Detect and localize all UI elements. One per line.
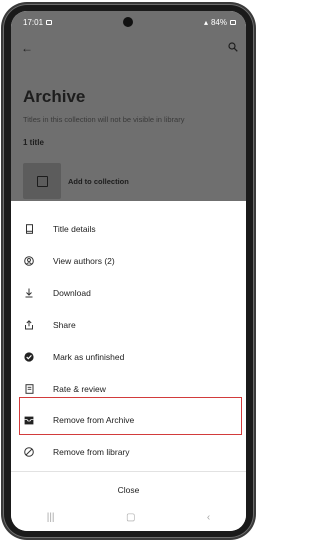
battery-text: 84% — [210, 17, 227, 27]
dimmed-collection-page: 17:01 ▴ 84% ← Archive Titles in this col… — [11, 11, 246, 201]
ban-icon — [11, 447, 47, 457]
battery-icon — [230, 19, 236, 25]
title-count: 1 title — [23, 138, 44, 147]
menu-item-label: Remove from Archive — [53, 415, 135, 425]
status-time: 17:01 — [23, 17, 44, 27]
add-icon — [37, 176, 48, 187]
back-arrow-icon[interactable]: ← — [21, 41, 33, 55]
menu-item-title-details[interactable]: Title details — [11, 213, 246, 245]
collection-subtitle: Titles in this collection will not be vi… — [23, 115, 185, 124]
signal-icon: ▴ — [203, 17, 208, 27]
archive-icon — [11, 416, 47, 425]
menu-item-label: Remove from library — [53, 447, 130, 457]
menu-item-remove-from-library[interactable]: Remove from library — [11, 436, 246, 468]
notification-icon — [46, 19, 53, 25]
author-icon — [11, 256, 47, 266]
menu-item-label: Mark as unfinished — [53, 352, 125, 362]
system-nav-bar: ||| ▢ ‹ — [11, 503, 246, 531]
review-icon — [11, 384, 47, 394]
menu-item-label: View authors (2) — [53, 256, 115, 266]
add-to-collection-tile[interactable] — [23, 163, 61, 199]
share-icon — [11, 320, 47, 330]
menu-item-label: Title details — [53, 224, 96, 234]
menu-item-view-authors[interactable]: View authors (2) — [11, 245, 246, 277]
screen: 17:01 ▴ 84% ← Archive Titles in this col… — [11, 11, 246, 531]
home-icon[interactable]: ▢ — [126, 512, 135, 523]
recents-icon[interactable]: ||| — [47, 512, 55, 523]
collection-title: Archive — [23, 87, 86, 106]
camera-icon — [123, 17, 133, 27]
menu-item-rate-review[interactable]: Rate & review — [11, 373, 246, 405]
menu-item-remove-from-archive[interactable]: Remove from Archive — [11, 404, 246, 436]
download-icon — [11, 288, 47, 298]
book-icon — [11, 224, 47, 234]
search-icon[interactable] — [228, 42, 238, 52]
options-bottom-sheet: Title details View authors (2) Download … — [11, 201, 246, 531]
menu-item-mark-unfinished[interactable]: Mark as unfinished — [11, 341, 246, 373]
menu-item-download[interactable]: Download — [11, 277, 246, 309]
menu-item-label: Share — [53, 320, 76, 330]
app-bar: ← — [11, 39, 246, 59]
add-to-collection-label[interactable]: Add to collection — [68, 177, 129, 186]
back-icon[interactable]: ‹ — [207, 512, 210, 523]
menu-item-share[interactable]: Share — [11, 309, 246, 341]
sheet-divider — [11, 471, 246, 472]
menu-item-label: Download — [53, 288, 91, 298]
check-circle-icon — [11, 352, 47, 362]
menu-item-label: Rate & review — [53, 384, 106, 394]
close-button[interactable]: Close — [11, 477, 246, 503]
phone-frame: 17:01 ▴ 84% ← Archive Titles in this col… — [3, 4, 254, 538]
